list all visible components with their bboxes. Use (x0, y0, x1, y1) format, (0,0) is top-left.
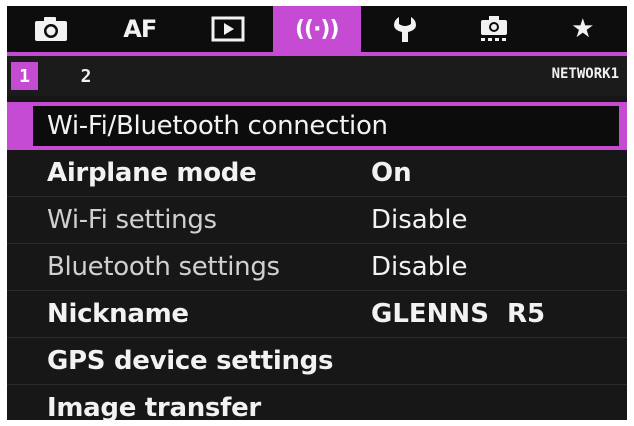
subtab-1[interactable]: 1 (11, 62, 38, 90)
menu-tab-bar: AF ((·)) ★ (7, 6, 627, 52)
tab-af-label: AF (123, 15, 157, 43)
page-title: NETWORK1 (551, 66, 619, 82)
menu-item-airplane-mode[interactable]: Airplane mode On (7, 150, 627, 197)
menu-item-label: Wi-Fi/Bluetooth connection (47, 111, 388, 141)
menu-item-value: GLENNS R5 (371, 299, 546, 329)
menu-item-nickname[interactable]: Nickname GLENNS R5 (7, 291, 627, 338)
tab-playback[interactable] (184, 6, 273, 52)
menu-item-gps-device-settings[interactable]: GPS device settings (7, 338, 627, 385)
menu-item-label: Bluetooth settings (47, 252, 280, 282)
menu-item-value: Disable (371, 205, 468, 235)
menu-item-label: GPS device settings (47, 346, 334, 376)
tab-setup[interactable] (361, 6, 450, 52)
playback-icon (211, 16, 245, 42)
camera-menu-screen: AF ((·)) ★ 1 2 NETWORK1 Wi-Fi/Bluetooth … (7, 6, 627, 420)
menu-item-value: Disable (371, 252, 468, 282)
menu-item-label: Image transfer (47, 393, 261, 420)
menu-item-label: Airplane mode (47, 158, 257, 188)
menu-item-value: On (371, 158, 412, 188)
custom-camera-icon (480, 16, 507, 41)
menu-item-wifi-bluetooth-connection[interactable]: Wi-Fi/Bluetooth connection (7, 102, 627, 150)
subtab-2[interactable]: 2 (71, 62, 101, 90)
menu-item-wifi-settings[interactable]: Wi-Fi settings Disable (7, 197, 627, 244)
menu-item-label: Nickname (47, 299, 189, 329)
tab-shooting[interactable] (7, 6, 96, 52)
camera-icon (35, 17, 68, 41)
tab-my-menu[interactable]: ★ (538, 6, 627, 52)
star-icon: ★ (571, 14, 594, 44)
menu-item-bluetooth-settings[interactable]: Bluetooth settings Disable (7, 244, 627, 291)
tab-af[interactable]: AF (96, 6, 185, 52)
tab-custom-functions[interactable] (450, 6, 539, 52)
menu-list: Wi-Fi/Bluetooth connection Airplane mode… (7, 102, 627, 420)
menu-item-image-transfer[interactable]: Image transfer (7, 385, 627, 420)
wireless-icon: ((·)) (294, 16, 340, 42)
tab-wireless[interactable]: ((·)) (272, 6, 361, 52)
menu-item-label: Wi-Fi settings (47, 205, 217, 235)
wrench-icon (394, 17, 417, 42)
subtab-row: 1 2 NETWORK1 (7, 56, 627, 96)
